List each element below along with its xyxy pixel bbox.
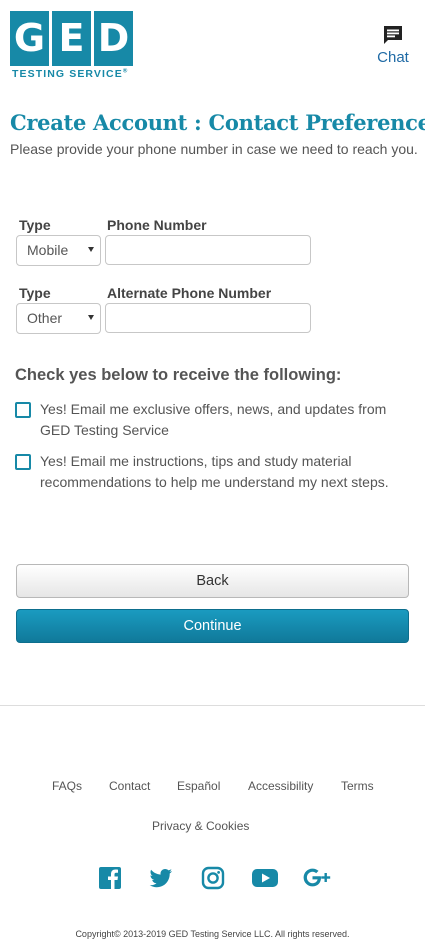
logo-subtitle: TESTING SERVICE® xyxy=(12,68,129,80)
chat-label: Chat xyxy=(377,49,409,66)
logo-letter-d: D xyxy=(94,11,133,66)
phone-type-label: Type xyxy=(19,217,51,233)
twitter-icon[interactable] xyxy=(148,866,174,890)
alternate-phone-number-label: Alternate Phone Number xyxy=(107,285,272,301)
footer-link-espanol[interactable]: Español xyxy=(177,779,220,793)
alternate-phone-number-input[interactable] xyxy=(105,303,311,333)
facebook-icon[interactable] xyxy=(97,866,123,890)
footer-link-accessibility[interactable]: Accessibility xyxy=(248,779,313,793)
chat-button[interactable]: Chat xyxy=(373,24,413,66)
footer-divider xyxy=(0,705,425,706)
intro-text: Please provide your phone number in case… xyxy=(10,141,418,157)
chat-icon xyxy=(384,26,402,44)
offers-checkbox[interactable] xyxy=(15,402,31,418)
back-button[interactable]: Back xyxy=(16,564,409,598)
footer-link-privacy[interactable]: Privacy & Cookies xyxy=(152,819,249,833)
footer-link-contact[interactable]: Contact xyxy=(109,779,150,793)
phone-number-input[interactable] xyxy=(105,235,311,265)
instructions-checkbox[interactable] xyxy=(15,454,31,470)
offers-checkbox-label[interactable]: Yes! Email me exclusive offers, news, an… xyxy=(40,399,400,441)
phone-type-value: Mobile xyxy=(27,242,69,258)
page-header: G E D TESTING SERVICE® Chat xyxy=(0,0,425,95)
phone-number-label: Phone Number xyxy=(107,217,207,233)
dropdown-caret-icon xyxy=(88,315,94,320)
instagram-icon[interactable] xyxy=(200,866,226,890)
phone-type-select[interactable]: Mobile xyxy=(16,235,101,266)
continue-button[interactable]: Continue xyxy=(16,609,409,643)
copyright-text: Copyright© 2013-2019 GED Testing Service… xyxy=(75,929,350,939)
page-title: Create Account : Contact Preferences xyxy=(10,110,425,135)
youtube-icon[interactable] xyxy=(251,866,279,890)
instructions-checkbox-label[interactable]: Yes! Email me instructions, tips and stu… xyxy=(40,451,400,493)
ged-logo[interactable]: G E D TESTING SERVICE® xyxy=(10,11,134,81)
logo-letter-e: E xyxy=(52,11,91,66)
alternate-phone-type-select[interactable]: Other xyxy=(16,303,101,334)
alternate-phone-type-label: Type xyxy=(19,285,51,301)
footer-link-faqs[interactable]: FAQs xyxy=(52,779,82,793)
dropdown-caret-icon xyxy=(88,247,94,252)
email-preferences-heading: Check yes below to receive the following… xyxy=(15,366,342,384)
footer-link-terms[interactable]: Terms xyxy=(341,779,374,793)
alternate-phone-type-value: Other xyxy=(27,310,63,326)
google-plus-icon[interactable] xyxy=(303,866,333,890)
logo-letter-g: G xyxy=(10,11,49,66)
